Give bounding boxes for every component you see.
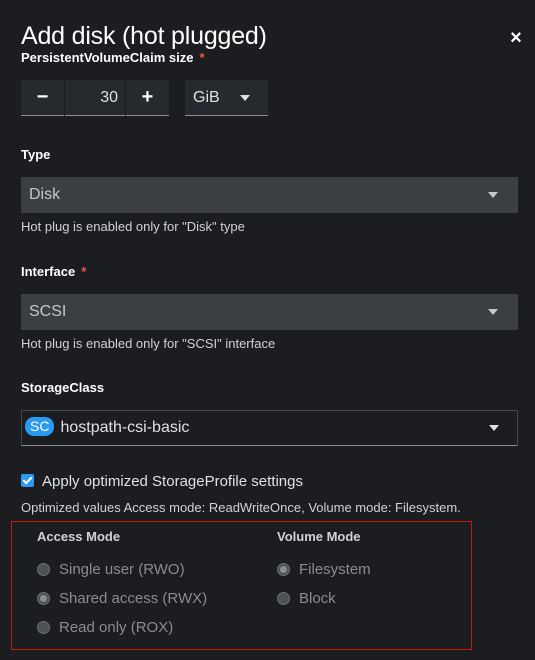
interface-select[interactable]: SCSI (21, 294, 518, 330)
required-mark: * (199, 50, 205, 65)
close-icon[interactable]: × (508, 28, 524, 48)
radio-button[interactable] (37, 563, 50, 576)
required-mark: * (81, 264, 87, 279)
optimized-helper-text: Optimized values Access mode: ReadWriteO… (21, 500, 461, 515)
access-mode-option-rox[interactable]: Read only (ROX) (37, 619, 173, 636)
optimized-checkbox[interactable] (21, 474, 34, 487)
increment-button[interactable]: + (126, 80, 169, 116)
radio-label: Shared access (RWX) (59, 590, 208, 607)
type-value: Disk (29, 186, 61, 203)
size-input[interactable]: 30 (65, 80, 125, 116)
storage-class-value: hostpath-csi-basic (60, 419, 190, 436)
radio-label: Single user (RWO) (59, 561, 185, 578)
radio-label: Read only (ROX) (59, 619, 174, 636)
unit-value: GiB (193, 89, 220, 106)
chevron-down-icon (488, 309, 498, 315)
volume-mode-option-filesystem[interactable]: Filesystem (277, 561, 371, 578)
interface-value: SCSI (29, 303, 67, 320)
access-mode-option-rwo[interactable]: Single user (RWO) (37, 561, 185, 578)
radio-button[interactable] (277, 592, 290, 605)
chevron-down-icon (488, 192, 498, 198)
volume-mode-option-block[interactable]: Block (277, 590, 336, 607)
radio-button[interactable] (277, 563, 290, 576)
radio-button[interactable] (37, 621, 50, 634)
chevron-down-icon (240, 95, 250, 101)
storage-class-select[interactable]: SC hostpath-csi-basic (21, 410, 518, 446)
interface-label: Interface * (21, 264, 86, 279)
size-stepper: − 30 + (21, 80, 169, 116)
unit-select[interactable]: GiB (185, 80, 268, 116)
access-mode-heading: Access Mode (37, 529, 121, 544)
interface-helper-text: Hot plug is enabled only for "SCSI" inte… (21, 336, 276, 351)
decrement-button[interactable]: − (21, 80, 64, 116)
type-label: Type (21, 147, 51, 162)
volume-mode-heading: Volume Mode (277, 529, 361, 544)
optimized-checkbox-label[interactable]: Apply optimized StorageProfile settings (42, 473, 303, 490)
storage-class-badge: SC (25, 417, 55, 436)
interface-label-text: Interface (21, 264, 76, 279)
chevron-down-icon (489, 425, 499, 431)
dialog-title: Add disk (hot plugged) (21, 22, 267, 50)
radio-label: Block (299, 590, 336, 607)
radio-button[interactable] (37, 592, 50, 605)
type-select[interactable]: Disk (21, 177, 518, 213)
storage-class-label: StorageClass (21, 380, 105, 395)
size-label: PersistentVolumeClaim size * (21, 50, 205, 65)
size-label-text: PersistentVolumeClaim size (21, 50, 194, 65)
type-helper-text: Hot plug is enabled only for "Disk" type (21, 219, 245, 234)
access-mode-option-rwx[interactable]: Shared access (RWX) (37, 590, 207, 607)
radio-label: Filesystem (299, 561, 371, 578)
